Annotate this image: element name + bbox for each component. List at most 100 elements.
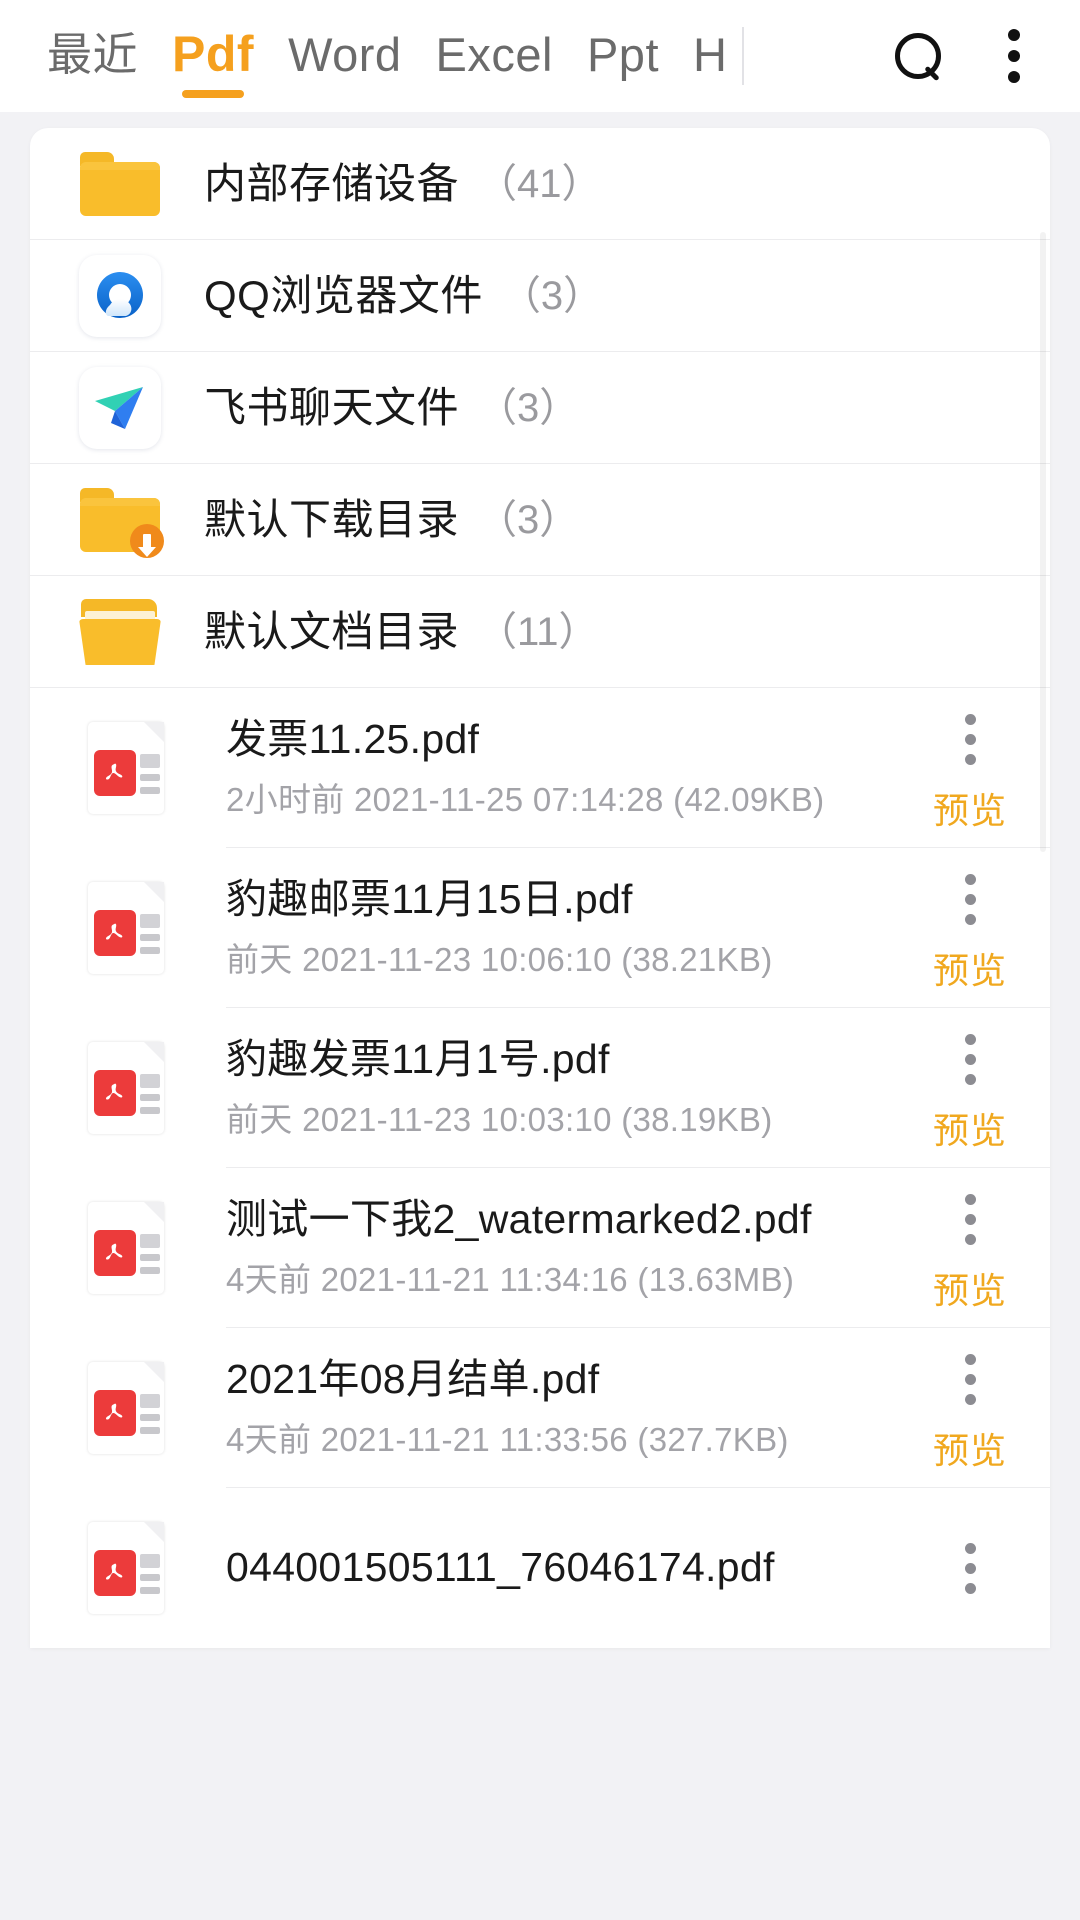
file-row[interactable]: 2021年08月结单.pdf 4天前 2021-11-21 11:33:56 (3… (30, 1328, 1050, 1488)
file-lines-decoration (140, 1074, 160, 1114)
tab-label: Excel (435, 27, 553, 81)
tab-Excel[interactable]: Excel (419, 0, 570, 112)
pdf-file-icon (88, 1202, 164, 1294)
folder-name: 默认文档目录 (204, 608, 460, 655)
folder-icon-container (78, 254, 162, 338)
tab-active-underline (182, 90, 245, 98)
category-tab-list: 最近 Pdf Word Excel Ppt H (30, 0, 740, 112)
tab-H[interactable]: H (676, 0, 740, 112)
folder-icon-container (78, 366, 162, 450)
file-more-menu-button[interactable] (947, 1028, 994, 1091)
acrobat-badge-icon (94, 750, 136, 796)
preview-button[interactable]: 预览 (933, 1432, 1007, 1469)
folder-icon-container (78, 142, 162, 226)
file-meta: 2小时前 2021-11-25 07:14:28 (42.09KB) (226, 781, 825, 819)
preview-button[interactable]: 预览 (933, 1112, 1007, 1149)
file-more-menu-button[interactable] (947, 868, 994, 931)
tab-最近[interactable]: 最近 (30, 0, 155, 112)
tab-label: Ppt (586, 27, 659, 81)
file-actions: 预览 (900, 1188, 1050, 1309)
tab-label: H (693, 27, 728, 81)
file-section: 发票11.25.pdf 2小时前 2021-11-25 07:14:28 (42.… (30, 688, 1050, 1648)
file-name: 豹趣发票11月1号.pdf (226, 1037, 610, 1083)
file-lines-decoration (140, 754, 160, 794)
search-button[interactable] (870, 0, 966, 112)
download-badge-icon (130, 524, 164, 558)
folder-row[interactable]: 飞书聊天文件 （3） (30, 352, 1050, 464)
acrobat-badge-icon (94, 1070, 136, 1116)
folder-icon (80, 152, 160, 216)
file-name: 发票11.25.pdf (226, 717, 480, 763)
file-icon-container (78, 722, 174, 814)
file-text-block: 测试一下我2_watermarked2.pdf 4天前 2021-11-21 11… (226, 1197, 900, 1298)
tab-Pdf[interactable]: Pdf (155, 0, 271, 112)
file-text-block: 豹趣发票11月1号.pdf 前天 2021-11-23 10:03:10 (38.… (226, 1037, 900, 1138)
file-name: 豹趣邮票11月15日.pdf (226, 877, 633, 923)
file-more-menu-button[interactable] (947, 708, 994, 771)
file-icon-container (78, 1362, 174, 1454)
tab-Word[interactable]: Word (271, 0, 418, 112)
file-row[interactable]: 测试一下我2_watermarked2.pdf 4天前 2021-11-21 11… (30, 1168, 1050, 1328)
folder-row[interactable]: QQ浏览器文件 （3） (30, 240, 1050, 352)
pdf-file-icon (88, 882, 164, 974)
file-row[interactable]: 044001505111_76046174.pdf (30, 1488, 1050, 1648)
search-icon (895, 33, 941, 79)
folder-open-icon (79, 599, 161, 665)
folder-icon-container (78, 590, 162, 674)
file-lines-decoration (140, 1234, 160, 1274)
file-meta: 前天 2021-11-23 10:06:10 (38.21KB) (226, 941, 773, 979)
file-meta: 4天前 2021-11-21 11:33:56 (327.7KB) (226, 1421, 789, 1459)
qq-browser-icon (79, 255, 161, 337)
toolbar-actions (870, 0, 1080, 112)
file-icon-container (78, 1042, 174, 1134)
file-text-block: 044001505111_76046174.pdf (226, 1545, 900, 1590)
folder-section: 内部存储设备 （41） QQ浏览器文件 （3） 飞书聊天文件 （3） 默认下载目录 （3） 默认… (30, 128, 1050, 688)
file-row[interactable]: 豹趣发票11月1号.pdf 前天 2021-11-23 10:03:10 (38.… (30, 1008, 1050, 1168)
folder-row[interactable]: 内部存储设备 （41） (30, 128, 1050, 240)
file-list-card: 内部存储设备 （41） QQ浏览器文件 （3） 飞书聊天文件 （3） 默认下载目录 （3） 默认… (30, 128, 1050, 1648)
file-name: 2021年08月结单.pdf (226, 1357, 600, 1403)
pdf-file-icon (88, 1522, 164, 1614)
pdf-file-icon (88, 1362, 164, 1454)
folder-item-count: （3） (500, 274, 604, 318)
folder-name: 默认下载目录 (204, 496, 460, 543)
more-vertical-icon (1008, 29, 1020, 83)
folder-download-icon (80, 488, 164, 558)
file-text-block: 发票11.25.pdf 2小时前 2021-11-25 07:14:28 (42.… (226, 717, 900, 818)
folder-icon-container (78, 478, 164, 562)
file-row[interactable]: 豹趣邮票11月15日.pdf 前天 2021-11-23 10:06:10 (38… (30, 848, 1050, 1008)
file-actions: 预览 (900, 708, 1050, 829)
preview-button[interactable]: 预览 (933, 952, 1007, 989)
acrobat-badge-icon (94, 1550, 136, 1596)
folder-row[interactable]: 默认下载目录 （3） (30, 464, 1050, 576)
preview-button[interactable]: 预览 (933, 792, 1007, 829)
preview-button[interactable]: 预览 (933, 1272, 1007, 1309)
file-more-menu-button[interactable] (947, 1537, 994, 1600)
file-more-menu-button[interactable] (947, 1348, 994, 1411)
file-actions (900, 1537, 1050, 1600)
folder-name: QQ浏览器文件 (204, 272, 483, 319)
file-icon-container (78, 1202, 174, 1294)
folder-item-count: （3） (477, 386, 580, 430)
file-icon-container (78, 882, 174, 974)
pdf-file-icon (88, 1042, 164, 1134)
file-actions: 预览 (900, 1028, 1050, 1149)
toolbar-divider (742, 27, 744, 85)
feishu-icon (79, 367, 161, 449)
acrobat-badge-icon (94, 1230, 136, 1276)
folder-row[interactable]: 默认文档目录 （11） (30, 576, 1050, 688)
file-text-block: 豹趣邮票11月15日.pdf 前天 2021-11-23 10:06:10 (38… (226, 877, 900, 978)
file-row[interactable]: 发票11.25.pdf 2小时前 2021-11-25 07:14:28 (42.… (30, 688, 1050, 848)
tab-label: Pdf (172, 26, 255, 82)
file-browser-page: 内部存储设备 （41） QQ浏览器文件 （3） 飞书聊天文件 （3） 默认下载目录 （3） 默认… (0, 112, 1080, 1920)
folder-name: 飞书聊天文件 (204, 384, 460, 431)
scrollbar[interactable] (1040, 232, 1046, 852)
folder-item-count: （3） (477, 498, 580, 542)
file-actions: 预览 (900, 1348, 1050, 1469)
folder-item-count: （11） (477, 610, 599, 654)
file-icon-container (78, 1522, 174, 1614)
tab-Ppt[interactable]: Ppt (570, 0, 676, 112)
file-more-menu-button[interactable] (947, 1188, 994, 1251)
overflow-menu-button[interactable] (966, 0, 1062, 112)
tab-label: Word (288, 27, 402, 81)
